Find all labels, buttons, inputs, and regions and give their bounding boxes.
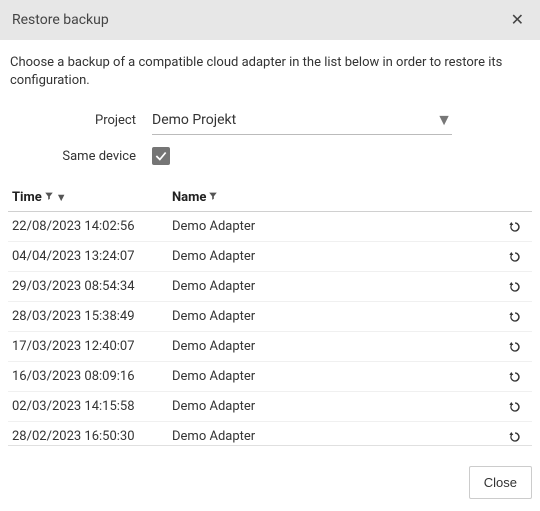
cell-name: Demo Adapter: [172, 399, 502, 414]
close-button[interactable]: Close: [469, 466, 532, 499]
table-row: 28/03/2023 15:38:49Demo Adapter: [8, 302, 532, 332]
cell-name: Demo Adapter: [172, 339, 502, 354]
cell-time: 28/03/2023 15:38:49: [12, 309, 172, 324]
check-icon: [154, 149, 168, 163]
cell-name: Demo Adapter: [172, 369, 502, 384]
chevron-down-icon: ▼: [436, 110, 452, 130]
close-icon[interactable]: ✕: [507, 8, 528, 32]
restore-icon: [507, 219, 523, 235]
cell-name: Demo Adapter: [172, 249, 502, 264]
dialog-title: Restore backup: [12, 12, 507, 28]
cell-name: Demo Adapter: [172, 279, 502, 294]
cell-time: 17/03/2023 12:40:07: [12, 339, 172, 354]
restore-icon: [507, 279, 523, 295]
project-label: Project: [8, 113, 152, 128]
table-row: 16/03/2023 08:09:16Demo Adapter: [8, 362, 532, 392]
cell-time: 28/02/2023 16:50:30: [12, 429, 172, 444]
restore-button[interactable]: [502, 429, 528, 445]
cell-name: Demo Adapter: [172, 309, 502, 324]
filter-icon: [44, 191, 54, 204]
cell-time: 02/03/2023 14:15:58: [12, 399, 172, 414]
project-selected-value: Demo Projekt: [152, 112, 436, 128]
restore-icon: [507, 309, 523, 325]
cell-time: 04/04/2023 13:24:07: [12, 249, 172, 264]
same-device-label: Same device: [8, 149, 152, 164]
restore-icon: [507, 399, 523, 415]
table-row: 29/03/2023 08:54:34Demo Adapter: [8, 272, 532, 302]
restore-button[interactable]: [502, 369, 528, 385]
titlebar: Restore backup ✕: [0, 0, 540, 40]
dialog-body: Choose a backup of a compatible cloud ad…: [0, 40, 540, 454]
header-time[interactable]: Time ▼: [12, 190, 172, 205]
same-device-row: Same device: [8, 140, 532, 172]
restore-backup-dialog: Restore backup ✕ Choose a backup of a co…: [0, 0, 540, 511]
project-row: Project Demo Projekt ▼: [8, 104, 532, 136]
cell-time: 22/08/2023 14:02:56: [12, 219, 172, 234]
restore-icon: [507, 369, 523, 385]
restore-button[interactable]: [502, 219, 528, 235]
cell-time: 29/03/2023 08:54:34: [12, 279, 172, 294]
header-time-label: Time: [12, 190, 42, 205]
table-row: 17/03/2023 12:40:07Demo Adapter: [8, 332, 532, 362]
table-row: 02/03/2023 14:15:58Demo Adapter: [8, 392, 532, 422]
table-headers: Time ▼ Name: [8, 184, 532, 212]
restore-button[interactable]: [502, 249, 528, 265]
restore-button[interactable]: [502, 399, 528, 415]
cell-name: Demo Adapter: [172, 429, 502, 444]
filter-icon: [208, 191, 218, 204]
same-device-checkbox[interactable]: [152, 147, 170, 165]
restore-icon: [507, 339, 523, 355]
dialog-footer: Close: [0, 454, 540, 511]
restore-button[interactable]: [502, 279, 528, 295]
project-select[interactable]: Demo Projekt ▼: [152, 106, 452, 135]
table-row: 04/04/2023 13:24:07Demo Adapter: [8, 242, 532, 272]
restore-button[interactable]: [502, 339, 528, 355]
instruction-text: Choose a backup of a compatible cloud ad…: [10, 54, 530, 90]
sort-down-icon: ▼: [56, 191, 67, 204]
table-row: 22/08/2023 14:02:56Demo Adapter: [8, 212, 532, 242]
header-name[interactable]: Name: [172, 190, 528, 205]
restore-button[interactable]: [502, 309, 528, 325]
cell-name: Demo Adapter: [172, 219, 502, 234]
table-row: 28/02/2023 16:50:30Demo Adapter: [8, 422, 532, 446]
table-body[interactable]: 22/08/2023 14:02:56Demo Adapter04/04/202…: [8, 212, 532, 446]
cell-time: 16/03/2023 08:09:16: [12, 369, 172, 384]
restore-icon: [507, 429, 523, 445]
header-name-label: Name: [172, 190, 206, 205]
restore-icon: [507, 249, 523, 265]
